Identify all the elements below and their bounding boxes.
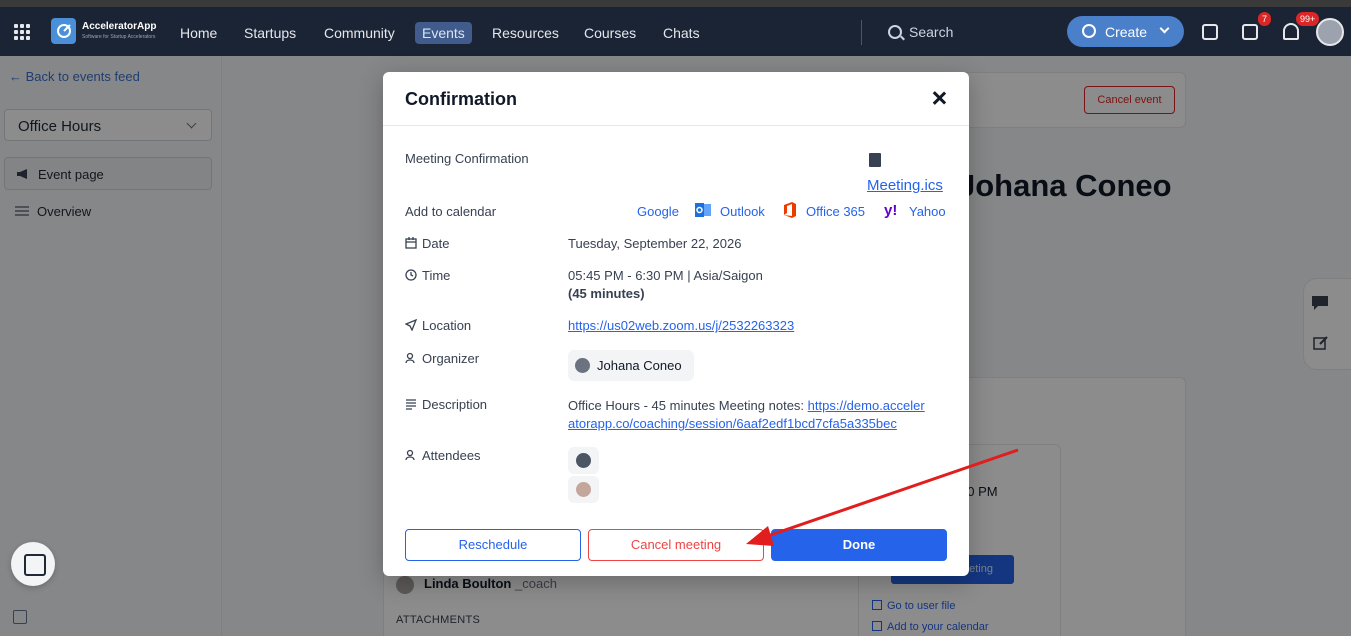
users-icon <box>405 449 415 461</box>
nav-divider <box>861 20 862 45</box>
create-label: Create <box>1105 23 1148 40</box>
user-icon <box>405 352 415 364</box>
svg-text:y!: y! <box>884 202 897 219</box>
clock-icon <box>405 269 417 281</box>
meeting-notes-link-continued[interactable]: atorapp.co/coaching/session/6aaf2edf1bcd… <box>568 416 897 431</box>
user-avatar[interactable] <box>1316 18 1344 46</box>
organizer-label: Organizer <box>405 351 479 366</box>
tasks-badge: 7 <box>1258 12 1272 26</box>
modal-title: Confirmation <box>405 89 517 109</box>
location-label: Location <box>405 318 471 333</box>
reschedule-button[interactable]: Reschedule <box>405 529 581 561</box>
time-label: Time <box>405 268 450 283</box>
location-link[interactable]: https://us02web.zoom.us/j/2532263323 <box>568 318 794 333</box>
nav-home[interactable]: Home <box>180 22 217 44</box>
app-tagline: Software for Startup Accelerators <box>82 34 156 40</box>
close-icon[interactable] <box>932 91 946 105</box>
cancel-meeting-button[interactable]: Cancel meeting <box>588 529 764 561</box>
calendar-icon[interactable] <box>1202 24 1218 40</box>
nav-startups[interactable]: Startups <box>244 22 296 44</box>
apps-grid-icon[interactable] <box>14 24 30 40</box>
date-value: Tuesday, September 22, 2026 <box>568 236 742 251</box>
organizer-avatar <box>575 358 590 373</box>
meeting-ics-link[interactable]: Meeting.ics <box>867 177 943 194</box>
nav-events[interactable]: Events <box>415 22 472 44</box>
meeting-confirmation-label: Meeting Confirmation <box>405 151 529 166</box>
nav-courses[interactable]: Courses <box>584 22 636 44</box>
attendees-label: Attendees <box>405 448 481 463</box>
notifications-badge: 99+ <box>1296 12 1320 26</box>
top-strip <box>0 0 1351 7</box>
description-value: Office Hours - 45 minutes Meeting notes:… <box>568 398 925 431</box>
yahoo-icon[interactable]: y! <box>883 201 901 219</box>
tasks-icon[interactable] <box>1242 24 1258 40</box>
nav-chats[interactable]: Chats <box>663 22 700 44</box>
office365-icon[interactable] <box>781 201 799 219</box>
create-button[interactable]: Create <box>1067 16 1184 47</box>
office365-calendar-link[interactable]: Office 365 <box>806 204 865 219</box>
meeting-notes-link[interactable]: https://demo.acceler <box>808 398 925 413</box>
file-download-icon[interactable] <box>869 153 881 167</box>
nav-community[interactable]: Community <box>324 22 395 44</box>
outlook-calendar-link[interactable]: Outlook <box>720 204 765 219</box>
search-input[interactable]: Search <box>909 24 953 40</box>
modal-header: Confirmation <box>383 72 969 126</box>
app-logo-icon[interactable] <box>51 18 76 44</box>
organizer-chip[interactable]: Johana Coneo <box>568 350 694 381</box>
attendee-avatar[interactable] <box>568 447 599 474</box>
text-lines-icon <box>406 399 416 410</box>
duration-value: (45 minutes) <box>568 286 645 301</box>
date-label: Date <box>405 236 449 251</box>
yahoo-calendar-link[interactable]: Yahoo <box>909 204 946 219</box>
bell-icon[interactable] <box>1283 23 1299 40</box>
top-navbar: AcceleratorApp Software for Startup Acce… <box>0 7 1351 56</box>
app-name: AcceleratorApp <box>82 21 157 32</box>
done-button[interactable]: Done <box>771 529 947 561</box>
attendee-avatar[interactable] <box>568 476 599 503</box>
outlook-icon[interactable] <box>694 201 712 219</box>
organizer-name: Johana Coneo <box>597 358 682 373</box>
google-calendar-link[interactable]: Google <box>637 204 679 219</box>
search-icon[interactable] <box>888 25 902 39</box>
chevron-down-icon <box>1159 23 1170 34</box>
nav-resources[interactable]: Resources <box>492 22 559 44</box>
collapse-sidebar-icon[interactable] <box>13 610 27 624</box>
confirmation-modal: Confirmation Meeting Confirmation Meetin… <box>383 72 969 576</box>
chat-widget-icon[interactable] <box>11 542 55 586</box>
calendar-icon <box>405 237 417 249</box>
description-label: Description <box>405 397 487 412</box>
add-to-calendar-label: Add to calendar <box>405 204 497 219</box>
time-value: 05:45 PM - 6:30 PM | Asia/Saigon <box>568 268 763 283</box>
navigation-arrow-icon <box>405 319 417 331</box>
feather-icon <box>1082 24 1096 38</box>
